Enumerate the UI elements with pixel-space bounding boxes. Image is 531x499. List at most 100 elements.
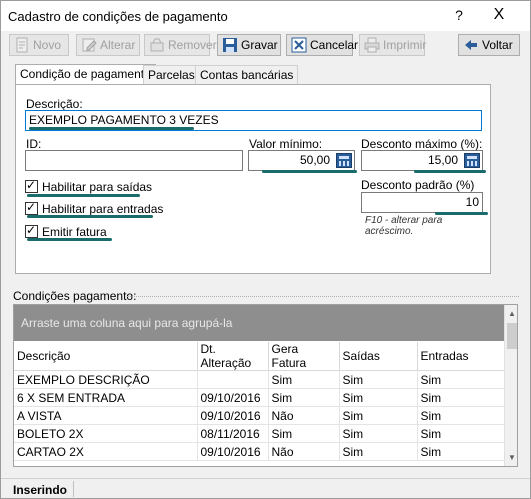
annotation-underline xyxy=(27,238,112,241)
tab-panel: Descrição: EXEMPLO PAGAMENTO 3 VEZES ID:… xyxy=(15,84,491,274)
annotation-underline xyxy=(262,170,357,173)
default-discount-field[interactable]: 10 xyxy=(361,192,483,213)
annotation-underline xyxy=(27,194,140,197)
column-header-invoice[interactable]: Gera Fatura xyxy=(268,342,340,371)
cell: Sim xyxy=(417,442,505,461)
cell: Sim xyxy=(339,370,418,389)
enable-outgoing-checkbox[interactable] xyxy=(25,178,38,193)
new-icon xyxy=(14,37,30,53)
cell: Sim xyxy=(417,388,505,407)
grid-title: Condições pagamento: xyxy=(13,289,137,303)
table-row[interactable]: CARTAO 2X 09/10/2016 Não Sim Sim xyxy=(14,442,505,461)
cell: 09/10/2016 xyxy=(197,388,269,407)
payment-terms-window: Cadastro de condições de pagamento ? X N… xyxy=(0,0,531,499)
cell: A VISTA xyxy=(14,406,198,425)
cancel-icon xyxy=(291,37,307,53)
table-row[interactable]: EXEMPLO DESCRIÇÃO Sim Sim Sim xyxy=(14,370,505,389)
cell xyxy=(197,370,269,389)
tab-installments[interactable]: Parcelas xyxy=(143,65,200,84)
table-row[interactable]: A VISTA 09/10/2016 Não Sim Sim xyxy=(14,406,505,425)
remove-icon xyxy=(149,37,165,53)
scroll-down-icon[interactable]: ▼ xyxy=(505,451,517,465)
cell: 08/11/2016 xyxy=(197,424,269,443)
cell: Não xyxy=(268,406,340,425)
enable-incoming-label[interactable]: Habilitar para entradas xyxy=(42,202,163,216)
tab-bank-accounts[interactable]: Contas bancárias xyxy=(195,65,299,84)
new-label: Novo xyxy=(33,38,62,52)
description-label: Descrição: xyxy=(26,97,83,111)
edit-icon xyxy=(81,37,97,53)
save-button[interactable]: Gravar xyxy=(217,34,281,56)
back-arrow-icon xyxy=(463,37,479,53)
enable-incoming-checkbox[interactable] xyxy=(25,200,38,215)
scroll-thumb[interactable] xyxy=(507,323,517,349)
status-mode: Inserindo xyxy=(7,481,75,497)
back-button[interactable]: Voltar xyxy=(458,34,520,56)
group-by-area[interactable]: Arraste uma coluna aqui para agrupá-la xyxy=(14,305,504,341)
payment-terms-grid: Arraste uma coluna aqui para agrupá-la D… xyxy=(13,304,518,467)
vertical-scrollbar[interactable]: ▲ ▼ xyxy=(504,305,517,466)
cancel-button[interactable]: Cancelar xyxy=(286,34,358,56)
f10-hint: F10 - alterar para acréscimo. xyxy=(365,215,443,237)
new-button[interactable]: Novo xyxy=(9,34,69,56)
cell: Sim xyxy=(268,388,340,407)
cell: Sim xyxy=(417,424,505,443)
title-bar: Cadastro de condições de pagamento ? X xyxy=(1,1,530,31)
table-row[interactable]: 6 X SEM ENTRADA 09/10/2016 Sim Sim Sim xyxy=(14,388,505,407)
cell: Sim xyxy=(339,442,418,461)
annotation-underline xyxy=(27,215,153,218)
cell: Sim xyxy=(268,370,340,389)
id-label: ID: xyxy=(26,137,42,151)
cell: Sim xyxy=(417,370,505,389)
edit-label: Alterar xyxy=(100,38,136,52)
cell: Sim xyxy=(268,424,340,443)
status-bar: Inserindo xyxy=(1,478,530,498)
cell: Sim xyxy=(339,424,418,443)
group-divider xyxy=(127,296,519,297)
toolbar: Novo Alterar Remover Gravar Cancelar Imp… xyxy=(1,31,530,59)
printer-icon xyxy=(364,37,380,53)
back-label: Voltar xyxy=(482,38,513,52)
default-discount-label: Desconto padrão (%) xyxy=(361,178,475,192)
id-field[interactable] xyxy=(25,150,243,171)
cell: Sim xyxy=(339,388,418,407)
column-header-description[interactable]: Descrição xyxy=(14,342,198,371)
column-header-outgoing[interactable]: Saídas xyxy=(339,342,418,371)
annotation-underline xyxy=(414,170,486,173)
cancel-label: Cancelar xyxy=(310,38,359,52)
cell: BOLETO 2X xyxy=(14,424,198,443)
issue-invoice-checkbox[interactable] xyxy=(25,223,38,238)
save-label: Gravar xyxy=(241,38,278,52)
edit-button[interactable]: Alterar xyxy=(76,34,140,56)
tab-payment-condition[interactable]: Condição de pagamento xyxy=(15,64,156,85)
issue-invoice-label[interactable]: Emitir fatura xyxy=(42,225,107,239)
max-discount-label: Desconto máximo (%): xyxy=(361,137,483,151)
close-button[interactable]: X xyxy=(487,6,511,26)
column-header-incoming[interactable]: Entradas xyxy=(417,342,505,371)
cell: EXEMPLO DESCRIÇÃO xyxy=(14,370,198,389)
print-button[interactable]: Imprimir xyxy=(359,34,427,56)
min-value-label: Valor mínimo: xyxy=(249,137,323,151)
calculator-icon[interactable] xyxy=(336,153,352,168)
annotation-underline xyxy=(29,127,194,130)
column-header-date[interactable]: Dt. Alteração xyxy=(197,342,269,371)
print-label: Imprimir xyxy=(383,38,427,52)
cell: 6 X SEM ENTRADA xyxy=(14,388,198,407)
scroll-up-icon[interactable]: ▲ xyxy=(505,307,517,321)
enable-outgoing-label[interactable]: Habilitar para saídas xyxy=(42,180,152,194)
cell: 09/10/2016 xyxy=(197,442,269,461)
cell: Sim xyxy=(417,406,505,425)
remove-label: Remover xyxy=(168,38,217,52)
data-table: Descrição Dt. Alteração Gera Fatura Saíd… xyxy=(14,342,505,461)
cell: 09/10/2016 xyxy=(197,406,269,425)
cell: Não xyxy=(268,442,340,461)
table-row[interactable]: BOLETO 2X 08/11/2016 Sim Sim Sim xyxy=(14,424,505,443)
help-button[interactable]: ? xyxy=(447,7,471,27)
window-title: Cadastro de condições de pagamento xyxy=(8,9,228,24)
calculator-icon[interactable] xyxy=(464,153,480,168)
remove-button[interactable]: Remover xyxy=(144,34,217,56)
cell: CARTAO 2X xyxy=(14,442,198,461)
header-row: Descrição Dt. Alteração Gera Fatura Saíd… xyxy=(14,342,505,371)
cell: Sim xyxy=(339,406,418,425)
save-icon xyxy=(222,37,238,53)
